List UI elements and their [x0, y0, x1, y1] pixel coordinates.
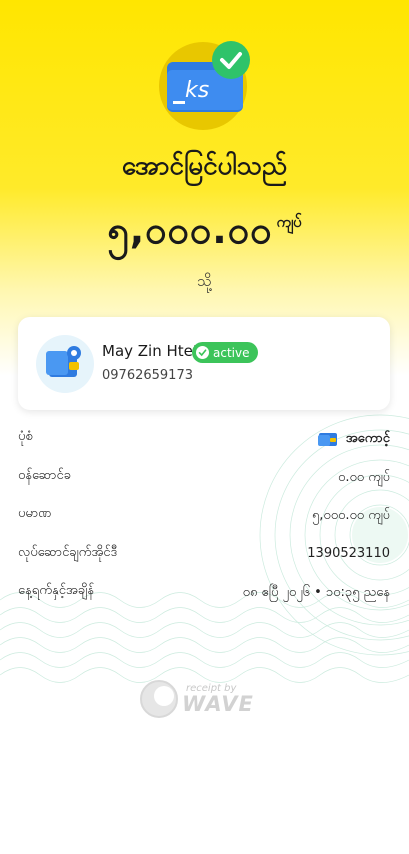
avatar [36, 335, 94, 393]
amount-row: ၅,၀၀၀.၀၀ ကျပ် [0, 206, 409, 262]
detail-value[interactable]: 1390523110 [307, 546, 390, 561]
transaction-details: ပုံစံ အကောင့် ဝန်ဆောင်ခ ၀.၀၀ ကျပ် ပမာဏ ၅… [18, 420, 390, 613]
footer-brand: WAVE [182, 692, 254, 716]
detail-row-type: ပုံစံ အကောင့် [18, 420, 390, 459]
amount-value: ၅,၀၀၀.၀၀ [107, 208, 273, 252]
amount-unit: ကျပ် [276, 213, 302, 231]
wallet-icon [317, 432, 337, 446]
detail-label: နေ့ရက်နှင့်အချိန် [18, 583, 94, 598]
detail-value-text: အကောင့် [345, 431, 390, 446]
status-title: အောင်မြင်ပါသည် [121, 151, 288, 181]
recipient-phone: 09762659173 [102, 368, 193, 383]
detail-value: ၀.၀၀ ကျပ် [338, 469, 390, 485]
detail-value: အကောင့် [317, 430, 390, 449]
wave-logo-icon [140, 680, 178, 718]
detail-row-amount: ပမာဏ ၅,၀၀၀.၀၀ ကျပ် [18, 497, 390, 536]
recipient-card[interactable]: May Zin Htet active 09762659173 [18, 317, 390, 410]
detail-value: ၅,၀၀၀.၀၀ ကျပ် [311, 508, 390, 523]
detail-label: ပုံစံ [18, 429, 33, 444]
success-wallet-icon: ks [159, 41, 250, 130]
status-badge: active [192, 342, 259, 363]
detail-label: လုပ်ဆောင်ချက်အိုင်ဒီ [18, 544, 118, 560]
detail-value: ၀၈ ဧပြီ ၂၀၂၆ • ၁၀:၃၅ ညနေ [242, 585, 390, 600]
status-badge-label: active [213, 345, 250, 360]
to-label: သို့ [197, 272, 212, 290]
detail-label: ပမာဏ [18, 506, 52, 521]
wallet-icon [46, 346, 81, 377]
detail-label: ဝန်ဆောင်ခ [18, 467, 72, 483]
check-icon [196, 346, 209, 359]
recipient-name: May Zin Htet [102, 342, 199, 360]
hero-icon-text: ks [185, 78, 209, 103]
detail-row-datetime: နေ့ရက်နှင့်အချိန် ၀၈ ဧပြီ ၂၀၂၆ • ၁၀:၃၅ ည… [18, 574, 390, 613]
receipt-footer: receipt by WAVE [138, 678, 253, 720]
detail-row-fee: ဝန်ဆောင်ခ ၀.၀၀ ကျပ် [18, 459, 390, 498]
detail-row-transaction-id: လုပ်ဆောင်ချက်အိုင်ဒီ 1390523110 [18, 536, 390, 575]
